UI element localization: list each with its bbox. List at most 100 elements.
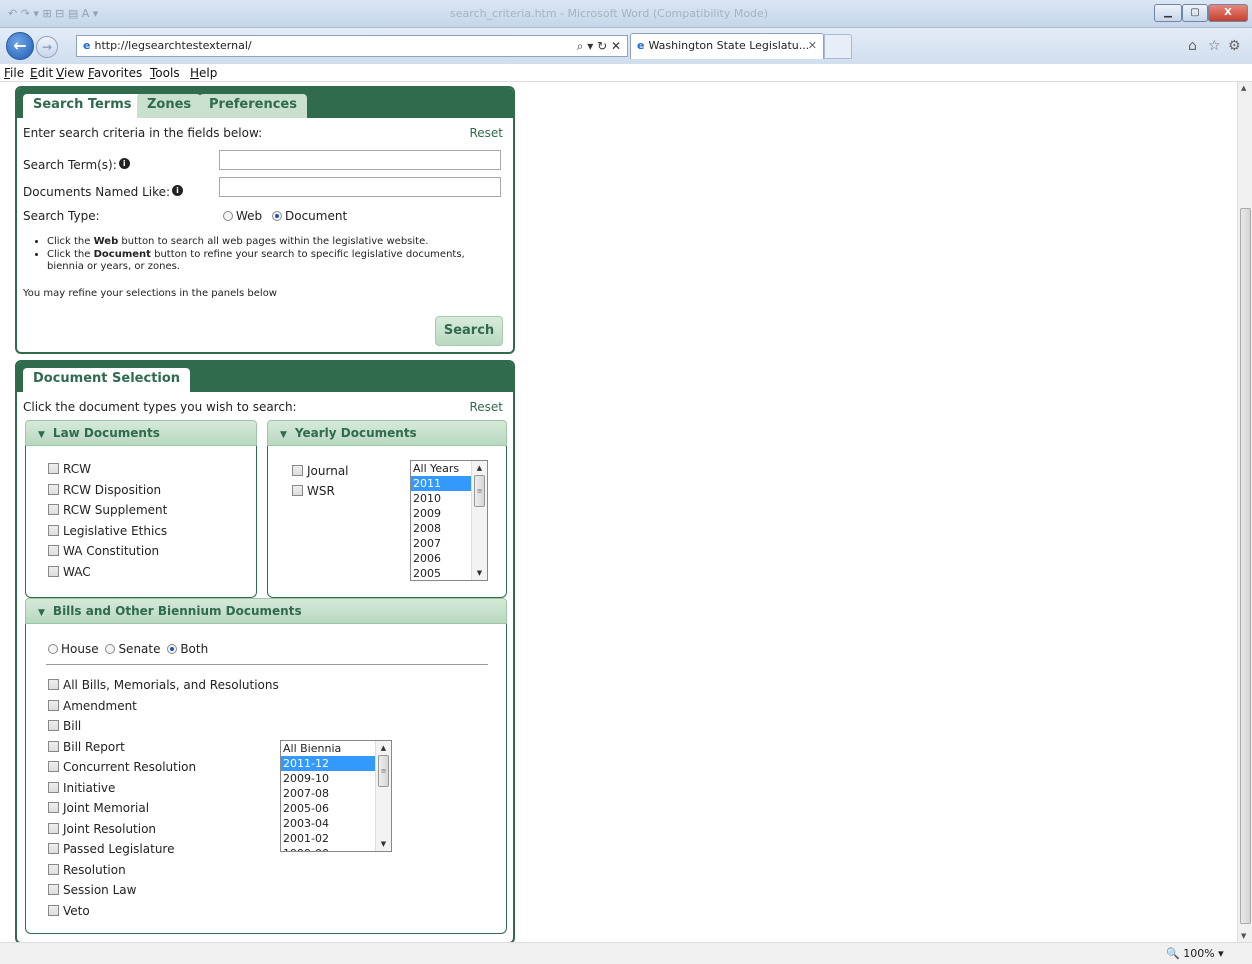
checkbox[interactable]: [48, 761, 59, 772]
scroll-up-arrow-icon[interactable]: ▲: [1241, 84, 1246, 92]
info-icon[interactable]: i: [118, 158, 130, 169]
quick-access-toolbar: ↶ ↷ ▾ ⊞ ⊟ ▤ A ▾: [8, 7, 99, 20]
checkbox[interactable]: [48, 823, 59, 834]
yearly-journal[interactable]: Journal: [292, 464, 349, 478]
home-icon[interactable]: ⌂: [1188, 38, 1197, 54]
search-terms-input[interactable]: [219, 150, 501, 170]
checkbox[interactable]: [48, 700, 59, 711]
bills-resolution[interactable]: Resolution: [48, 863, 126, 877]
bills-initiative[interactable]: Initiative: [48, 781, 115, 795]
close-tab-icon[interactable]: ✕: [808, 34, 817, 58]
menu-help[interactable]: Help: [190, 66, 217, 80]
radio-senate[interactable]: [105, 644, 116, 654]
page-scroll-thumb[interactable]: [1240, 208, 1251, 924]
menu-bar: File Edit View Favorites Tools Help: [0, 64, 1252, 82]
bills-joint-resolution[interactable]: Joint Resolution: [48, 822, 156, 836]
yearly-documents-box: Journal WSR All Years 2011 2010 2009 200…: [267, 446, 507, 598]
search-type-label: Search Type:: [23, 209, 100, 223]
radio-both[interactable]: [167, 644, 178, 654]
law-documents-header[interactable]: ▼ Law Documents: [25, 420, 257, 446]
bills-header[interactable]: ▼ Bills and Other Biennium Documents: [25, 598, 507, 624]
checkbox[interactable]: [48, 720, 59, 731]
tab-document-selection[interactable]: Document Selection: [23, 368, 191, 392]
scroll-down-arrow-icon[interactable]: ▼: [376, 837, 391, 851]
search-button[interactable]: Search: [435, 316, 503, 346]
bills-session-law[interactable]: Session Law: [48, 883, 136, 897]
status-bar: 🔍 100% ▾: [0, 942, 1252, 964]
menu-favorites[interactable]: Favorites: [88, 66, 142, 80]
biennia-scrollbar[interactable]: ▲ ≡ ▼: [375, 741, 391, 851]
bills-all[interactable]: All Bills, Memorials, and Resolutions: [48, 678, 279, 692]
bills-passed-legislature[interactable]: Passed Legislature: [48, 842, 174, 856]
browser-tab[interactable]: e Washington State Legislatu... ✕: [630, 33, 824, 59]
scroll-thumb[interactable]: ≡: [378, 755, 389, 787]
document-reset-link[interactable]: Reset: [469, 400, 503, 414]
page-scrollbar[interactable]: ▲ ▼: [1237, 82, 1252, 942]
law-rcw-supplement[interactable]: RCW Supplement: [48, 503, 167, 517]
checkbox[interactable]: [48, 864, 59, 875]
scroll-thumb[interactable]: ≡: [474, 475, 485, 507]
new-tab-button[interactable]: [824, 34, 852, 59]
menu-tools[interactable]: Tools: [150, 66, 180, 80]
scroll-up-arrow-icon[interactable]: ▲: [472, 461, 487, 475]
law-legislative-ethics[interactable]: Legislative Ethics: [48, 524, 167, 538]
bills-amendment[interactable]: Amendment: [48, 699, 137, 713]
checkbox[interactable]: [48, 566, 59, 577]
law-wac[interactable]: WAC: [48, 565, 91, 579]
checkbox[interactable]: [48, 484, 59, 495]
search-reset-link[interactable]: Reset: [469, 126, 503, 140]
scroll-down-arrow-icon[interactable]: ▼: [472, 566, 487, 580]
radio-house[interactable]: [48, 644, 58, 654]
zoom-control[interactable]: 🔍 100% ▾: [1166, 947, 1224, 960]
checkbox[interactable]: [48, 741, 59, 752]
bills-concurrent-resolution[interactable]: Concurrent Resolution: [48, 760, 196, 774]
checkbox[interactable]: [292, 485, 303, 496]
checkbox[interactable]: [48, 679, 59, 690]
documents-named-label: Documents Named Like: i: [23, 185, 184, 199]
address-bar[interactable]: e http://legsearchtestexternal/ ⌕ ▾ ↻ ✕: [76, 35, 628, 57]
bills-bill-report[interactable]: Bill Report: [48, 740, 125, 754]
maximize-button[interactable]: ▢: [1182, 4, 1208, 22]
checkbox[interactable]: [48, 463, 59, 474]
checkbox[interactable]: [48, 905, 59, 916]
checkbox[interactable]: [292, 465, 303, 476]
address-controls[interactable]: ⌕ ▾ ↻ ✕: [577, 36, 621, 56]
bills-bill[interactable]: Bill: [48, 719, 81, 733]
checkbox[interactable]: [48, 782, 59, 793]
checkbox[interactable]: [48, 843, 59, 854]
menu-file[interactable]: File: [4, 66, 24, 80]
checkbox[interactable]: [48, 884, 59, 895]
checkbox[interactable]: [48, 504, 59, 515]
bills-veto[interactable]: Veto: [48, 904, 90, 918]
tab-zones[interactable]: Zones: [137, 94, 202, 118]
menu-edit[interactable]: Edit: [30, 66, 53, 80]
scroll-up-arrow-icon[interactable]: ▲: [376, 741, 391, 755]
checkbox[interactable]: [48, 802, 59, 813]
years-listbox[interactable]: All Years 2011 2010 2009 2008 2007 2006 …: [410, 460, 488, 581]
menu-view[interactable]: View: [56, 66, 84, 80]
documents-named-input[interactable]: [219, 177, 501, 197]
bills-joint-memorial[interactable]: Joint Memorial: [48, 801, 149, 815]
law-wa-constitution[interactable]: WA Constitution: [48, 544, 159, 558]
tab-search-terms[interactable]: Search Terms: [23, 94, 142, 118]
checkbox[interactable]: [48, 545, 59, 556]
browser-title-bar: ↶ ↷ ▾ ⊞ ⊟ ▤ A ▾ search_criteria.htm - Mi…: [0, 0, 1252, 28]
yearly-documents-header[interactable]: ▼ Yearly Documents: [267, 420, 507, 446]
info-icon[interactable]: i: [172, 185, 184, 196]
biennia-listbox[interactable]: All Biennia 2011-12 2009-10 2007-08 2005…: [280, 740, 392, 852]
close-window-button[interactable]: X: [1208, 4, 1248, 22]
forward-button[interactable]: →: [36, 36, 58, 58]
favorites-star-icon[interactable]: ☆: [1208, 38, 1221, 54]
law-rcw-disposition[interactable]: RCW Disposition: [48, 483, 161, 497]
tab-preferences[interactable]: Preferences: [199, 94, 307, 118]
minimize-button[interactable]: ▁: [1154, 4, 1182, 22]
yearly-wsr[interactable]: WSR: [292, 484, 335, 498]
radio-document[interactable]: [272, 211, 282, 221]
scroll-down-arrow-icon[interactable]: ▼: [1241, 932, 1246, 940]
years-scrollbar[interactable]: ▲ ≡ ▼: [471, 461, 487, 580]
radio-web[interactable]: [223, 211, 233, 221]
checkbox[interactable]: [48, 525, 59, 536]
back-button[interactable]: ←: [6, 32, 34, 60]
settings-gear-icon[interactable]: ⚙: [1228, 38, 1241, 54]
law-rcw[interactable]: RCW: [48, 462, 91, 476]
